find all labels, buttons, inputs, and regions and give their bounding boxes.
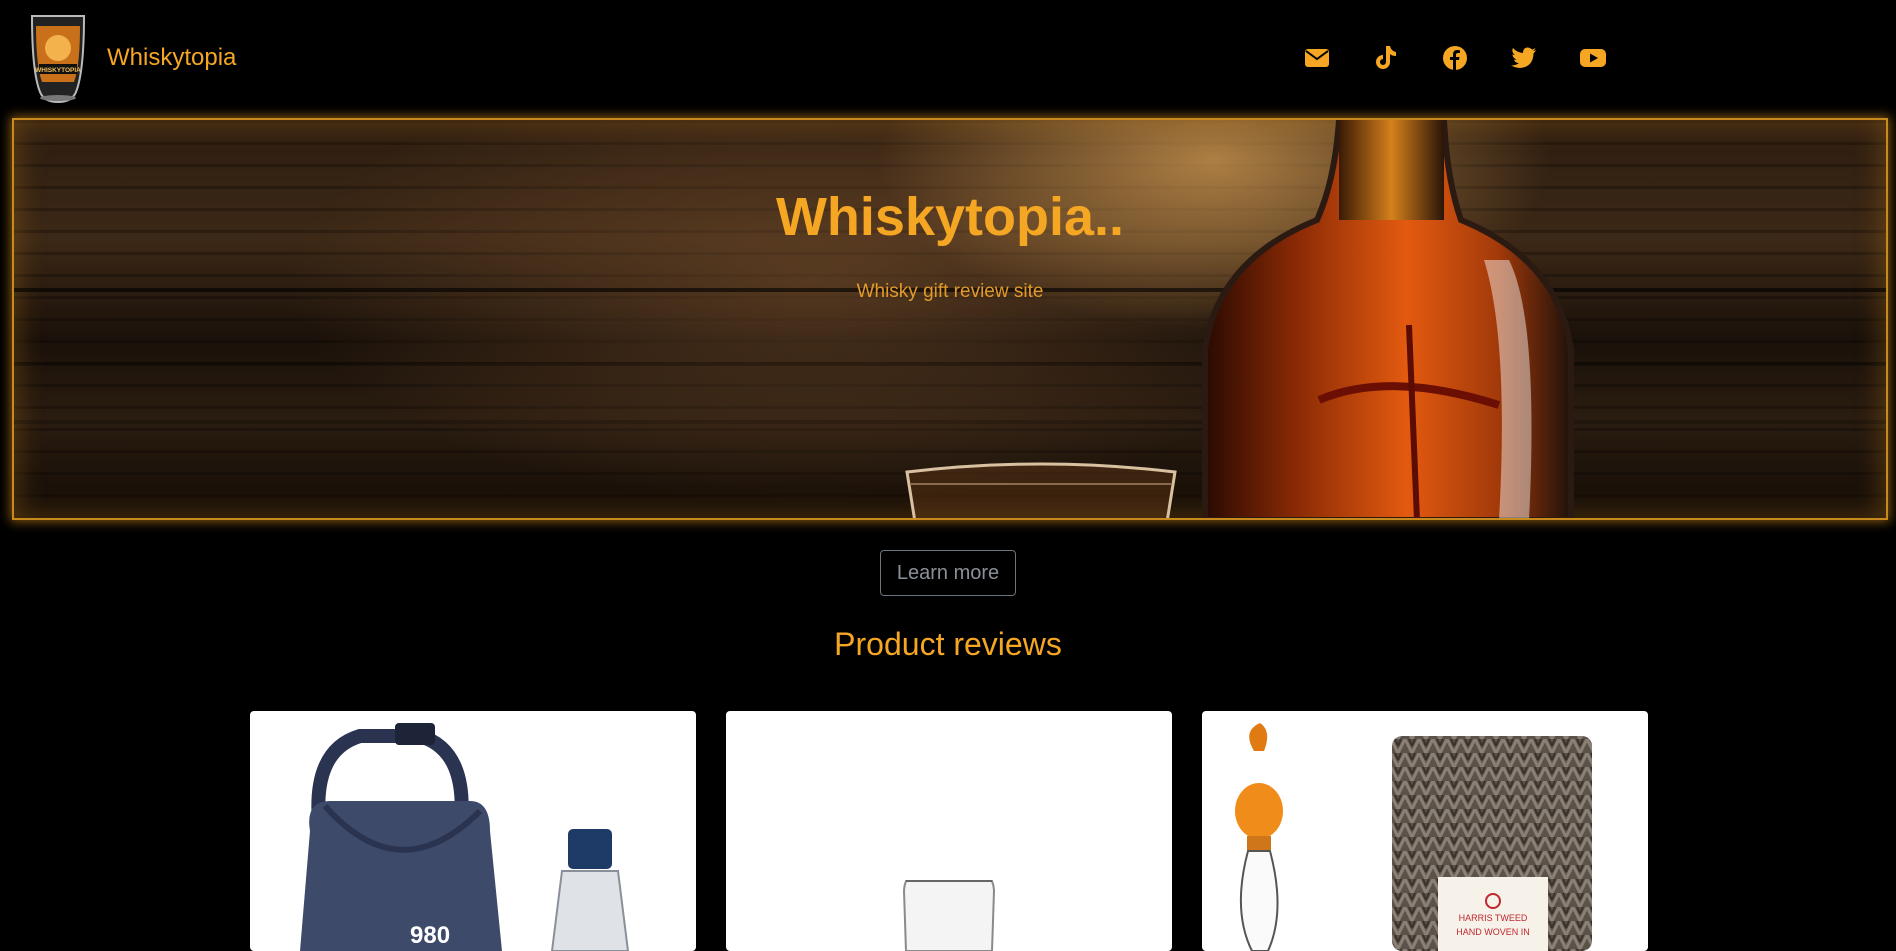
facebook-icon[interactable] <box>1440 43 1470 73</box>
review-card-decanter-tweed[interactable]: HARRIS TWEED HAND WOVEN IN <box>1202 711 1648 951</box>
brand-link[interactable]: WHISKYTOPIA Whiskytopia <box>26 12 236 104</box>
hero-title: Whiskytopia.. <box>775 187 1125 247</box>
tiktok-icon[interactable] <box>1371 43 1401 73</box>
hero-subtitle: Whisky gift review site <box>856 281 1044 302</box>
review-card-cooler-bag[interactable]: 980 <box>250 711 696 951</box>
envelope-icon[interactable] <box>1302 43 1332 73</box>
twitter-icon[interactable] <box>1509 43 1539 73</box>
learn-more-button[interactable]: Learn more <box>880 550 1016 596</box>
svg-text:980: 980 <box>410 922 450 949</box>
svg-text:HAND WOVEN IN: HAND WOVEN IN <box>1456 927 1530 937</box>
youtube-icon[interactable] <box>1578 43 1608 73</box>
nosing-glass-image <box>902 880 996 951</box>
whisky-glass-image <box>905 462 1177 518</box>
review-card-nosing-glass[interactable] <box>726 711 1172 951</box>
svg-text:WHISKYTOPIA: WHISKYTOPIA <box>35 67 81 74</box>
navbar: WHISKYTOPIA Whiskytopia <box>0 0 1896 115</box>
cooler-bag-image: 980 <box>300 723 630 951</box>
whisky-glass-logo-icon: WHISKYTOPIA <box>26 12 90 104</box>
svg-text:HARRIS TWEED: HARRIS TWEED <box>1459 913 1528 923</box>
decanter-and-tweed-image: HARRIS TWEED HAND WOVEN IN <box>1235 723 1592 951</box>
brand-name: Whiskytopia <box>107 44 237 71</box>
hero-banner: Whiskytopia.. Whisky gift review site <box>12 118 1888 520</box>
product-reviews-heading: Product reviews <box>834 626 1062 662</box>
whisky-bottle-image <box>1202 120 1574 518</box>
